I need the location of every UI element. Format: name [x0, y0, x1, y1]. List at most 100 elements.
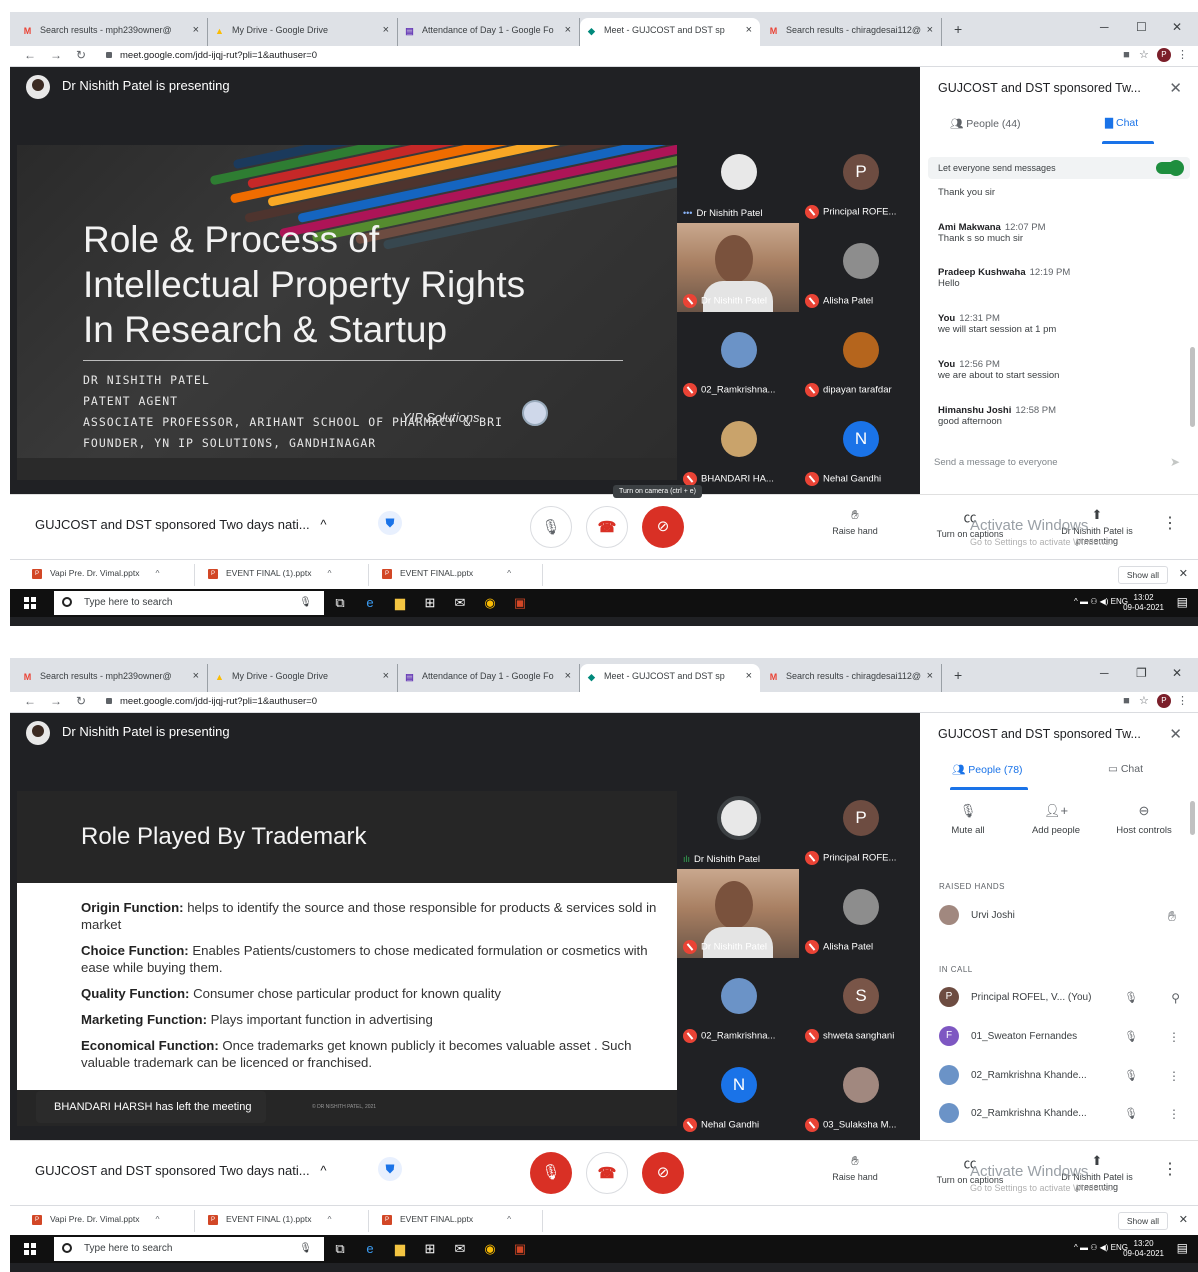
show-all-button[interactable]: Show all [1117, 1212, 1168, 1230]
browser-tab[interactable]: M Search results - chiragdesai112@ × [762, 664, 942, 692]
tray-icons[interactable]: ^ ▬ ⚇ ◀) [1074, 597, 1108, 606]
participant-row[interactable]: 02_Ramkrishna Khande... 🎙︎ ⋮ [939, 1065, 1184, 1087]
close-icon[interactable]: × [565, 24, 571, 36]
chevron-up-icon[interactable]: ^ [507, 568, 511, 578]
chevron-up-icon[interactable]: ^ [507, 1214, 511, 1224]
participant-tile[interactable]: P Principal ROFE... [799, 780, 921, 869]
mail-icon[interactable]: ✉ [452, 1241, 468, 1257]
more-options-icon[interactable]: ⋮ [1168, 1065, 1180, 1087]
window-close-icon[interactable]: ✕ [1172, 20, 1182, 34]
more-options-icon[interactable]: ⋮ [1168, 1026, 1180, 1048]
tray-icons[interactable]: ^ ▬ ⚇ ◀) [1074, 1243, 1108, 1252]
close-icon[interactable]: × [383, 670, 389, 682]
leave-call-button[interactable]: ☎︎ [586, 506, 628, 548]
tab-people[interactable]: 👥︎ People (78) [952, 763, 1023, 776]
browser-tab[interactable]: ▲ My Drive - Google Drive × [208, 18, 398, 46]
edge-icon[interactable]: e [362, 1241, 378, 1257]
download-item[interactable]: P EVENT FINAL.pptx ^ [382, 568, 511, 579]
browser-tab[interactable]: ▲ My Drive - Google Drive × [208, 664, 398, 692]
close-icon[interactable]: × [565, 670, 571, 682]
participant-tile[interactable]: 02_Ramkrishna... [677, 958, 799, 1047]
star-icon[interactable]: ☆ [1139, 695, 1149, 707]
back-icon[interactable]: ← [24, 694, 36, 708]
participant-tile[interactable]: P Principal ROFE... [799, 134, 921, 223]
minimize-icon[interactable]: ─ [1100, 20, 1109, 34]
file-explorer-icon[interactable]: ▆ [392, 595, 408, 611]
close-icon[interactable]: ✕ [1179, 1213, 1188, 1226]
restore-icon[interactable]: ❐ [1136, 666, 1147, 680]
close-icon[interactable]: × [193, 670, 199, 682]
mic-button[interactable]: 🎙︎ [530, 506, 572, 548]
scrollbar[interactable] [1190, 801, 1195, 835]
raise-hand-button[interactable]: ✋︎ Raise hand [810, 1153, 900, 1182]
notifications-icon[interactable]: ▤ [1177, 595, 1188, 609]
edge-icon[interactable]: e [362, 595, 378, 611]
browser-tab[interactable]: M Search results - mph239owner@ × [16, 18, 208, 46]
participant-row[interactable]: P Principal ROFEL, V... (You) 🎙︎ ⚲ [939, 987, 1184, 1009]
participant-row[interactable]: F 01_Sweaton Fernandes 🎙︎ ⋮ [939, 1026, 1184, 1048]
file-explorer-icon[interactable]: ▆ [392, 1241, 408, 1257]
browser-tab[interactable]: ▤ Attendance of Day 1 - Google Fo × [398, 664, 580, 692]
menu-icon[interactable]: ⋮ [1177, 695, 1188, 707]
participant-video-tile[interactable]: Dr Nishith Patel [677, 869, 799, 959]
browser-tab[interactable]: M Search results - mph239owner@ × [16, 664, 208, 692]
tab-chat[interactable]: ▭ Chat [1108, 763, 1143, 775]
menu-icon[interactable]: ⋮ [1177, 49, 1188, 61]
participant-tile[interactable]: Alisha Patel [799, 223, 921, 312]
shield-icon[interactable]: ⛊ [378, 1157, 402, 1181]
participant-tile[interactable]: ••• Dr Nishith Patel [677, 134, 799, 223]
mail-icon[interactable]: ✉ [452, 595, 468, 611]
notifications-icon[interactable]: ▤ [1177, 1241, 1188, 1255]
show-all-button[interactable]: Show all [1117, 566, 1168, 584]
forward-icon[interactable]: → [50, 48, 62, 62]
raised-hand-row[interactable]: Urvi Joshi ✋︎ [939, 905, 1184, 927]
participant-tile[interactable]: Sshweta sanghani [799, 958, 921, 1047]
star-icon[interactable]: ☆ [1139, 49, 1149, 61]
pin-icon[interactable]: ⚲ [1171, 987, 1180, 1009]
leave-call-button[interactable]: ☎︎ [586, 1152, 628, 1194]
task-view-icon[interactable]: ⧉ [332, 1241, 348, 1257]
download-item[interactable]: P Vapi Pre. Dr. Vimal.pptx ^ [32, 568, 159, 579]
reload-icon[interactable]: ↻ [76, 48, 86, 62]
task-view-icon[interactable]: ⧉ [332, 595, 348, 611]
chevron-up-icon[interactable]: ^ [328, 568, 332, 578]
participant-tile[interactable]: 02_Ramkrishna... [677, 312, 799, 401]
reload-icon[interactable]: ↻ [76, 694, 86, 708]
shield-icon[interactable]: ⛊ [378, 511, 402, 535]
windows-start-icon[interactable] [24, 597, 36, 609]
powerpoint-icon[interactable]: ▣ [512, 595, 528, 611]
profile-avatar[interactable]: P [1156, 48, 1171, 63]
taskbar-search[interactable]: Type here to search 🎙︎ [54, 591, 324, 615]
camera-icon[interactable]: ■ [1123, 49, 1130, 61]
scrollbar[interactable] [1190, 347, 1195, 427]
taskbar-search[interactable]: Type here to search 🎙︎ [54, 1237, 324, 1261]
participant-tile[interactable]: N Nehal Gandhi [677, 1047, 799, 1136]
clock[interactable]: 13:20 09-04-2021 [1123, 1239, 1164, 1259]
participant-tile[interactable]: Alisha Patel [799, 869, 921, 958]
chevron-up-icon[interactable]: ^ [155, 1214, 159, 1224]
mic-button[interactable]: 🎙︎ [530, 1152, 572, 1194]
browser-tab[interactable]: M Search results - chiragdesai112@ × [762, 18, 942, 46]
chrome-icon[interactable]: ◉ [482, 595, 498, 611]
windows-start-icon[interactable] [24, 1243, 36, 1255]
allow-messages-toggle[interactable] [1156, 160, 1184, 176]
maximize-icon[interactable]: ☐ [1136, 20, 1147, 34]
profile-avatar[interactable]: P [1156, 694, 1171, 709]
meeting-details[interactable]: GUJCOST and DST sponsored Two days nati.… [35, 517, 327, 532]
new-tab-button[interactable]: + [954, 667, 962, 683]
download-item[interactable]: P EVENT FINAL.pptx ^ [382, 1214, 511, 1225]
store-icon[interactable]: ⊞ [422, 1241, 438, 1257]
tab-chat[interactable]: ▇ Chat [1105, 117, 1138, 129]
chevron-up-icon[interactable]: ^ [155, 568, 159, 578]
raise-hand-button[interactable]: ✋︎ Raise hand [810, 507, 900, 536]
minimize-icon[interactable]: ─ [1100, 666, 1109, 680]
participant-tile[interactable]: 03_Sulaksha M... [799, 1047, 921, 1136]
more-options-icon[interactable]: ⋮ [1162, 1159, 1178, 1179]
camera-button[interactable]: ⊘ [642, 1152, 684, 1194]
download-item[interactable]: P EVENT FINAL (1).pptx ^ [208, 568, 332, 579]
close-icon[interactable]: × [927, 24, 933, 36]
send-icon[interactable]: ➤ [1170, 455, 1180, 469]
participant-tile[interactable]: N Nehal Gandhi [799, 401, 921, 490]
add-people-button[interactable]: 👤︎+ Add people [1016, 803, 1096, 836]
meeting-details[interactable]: GUJCOST and DST sponsored Two days nati.… [35, 1163, 327, 1178]
